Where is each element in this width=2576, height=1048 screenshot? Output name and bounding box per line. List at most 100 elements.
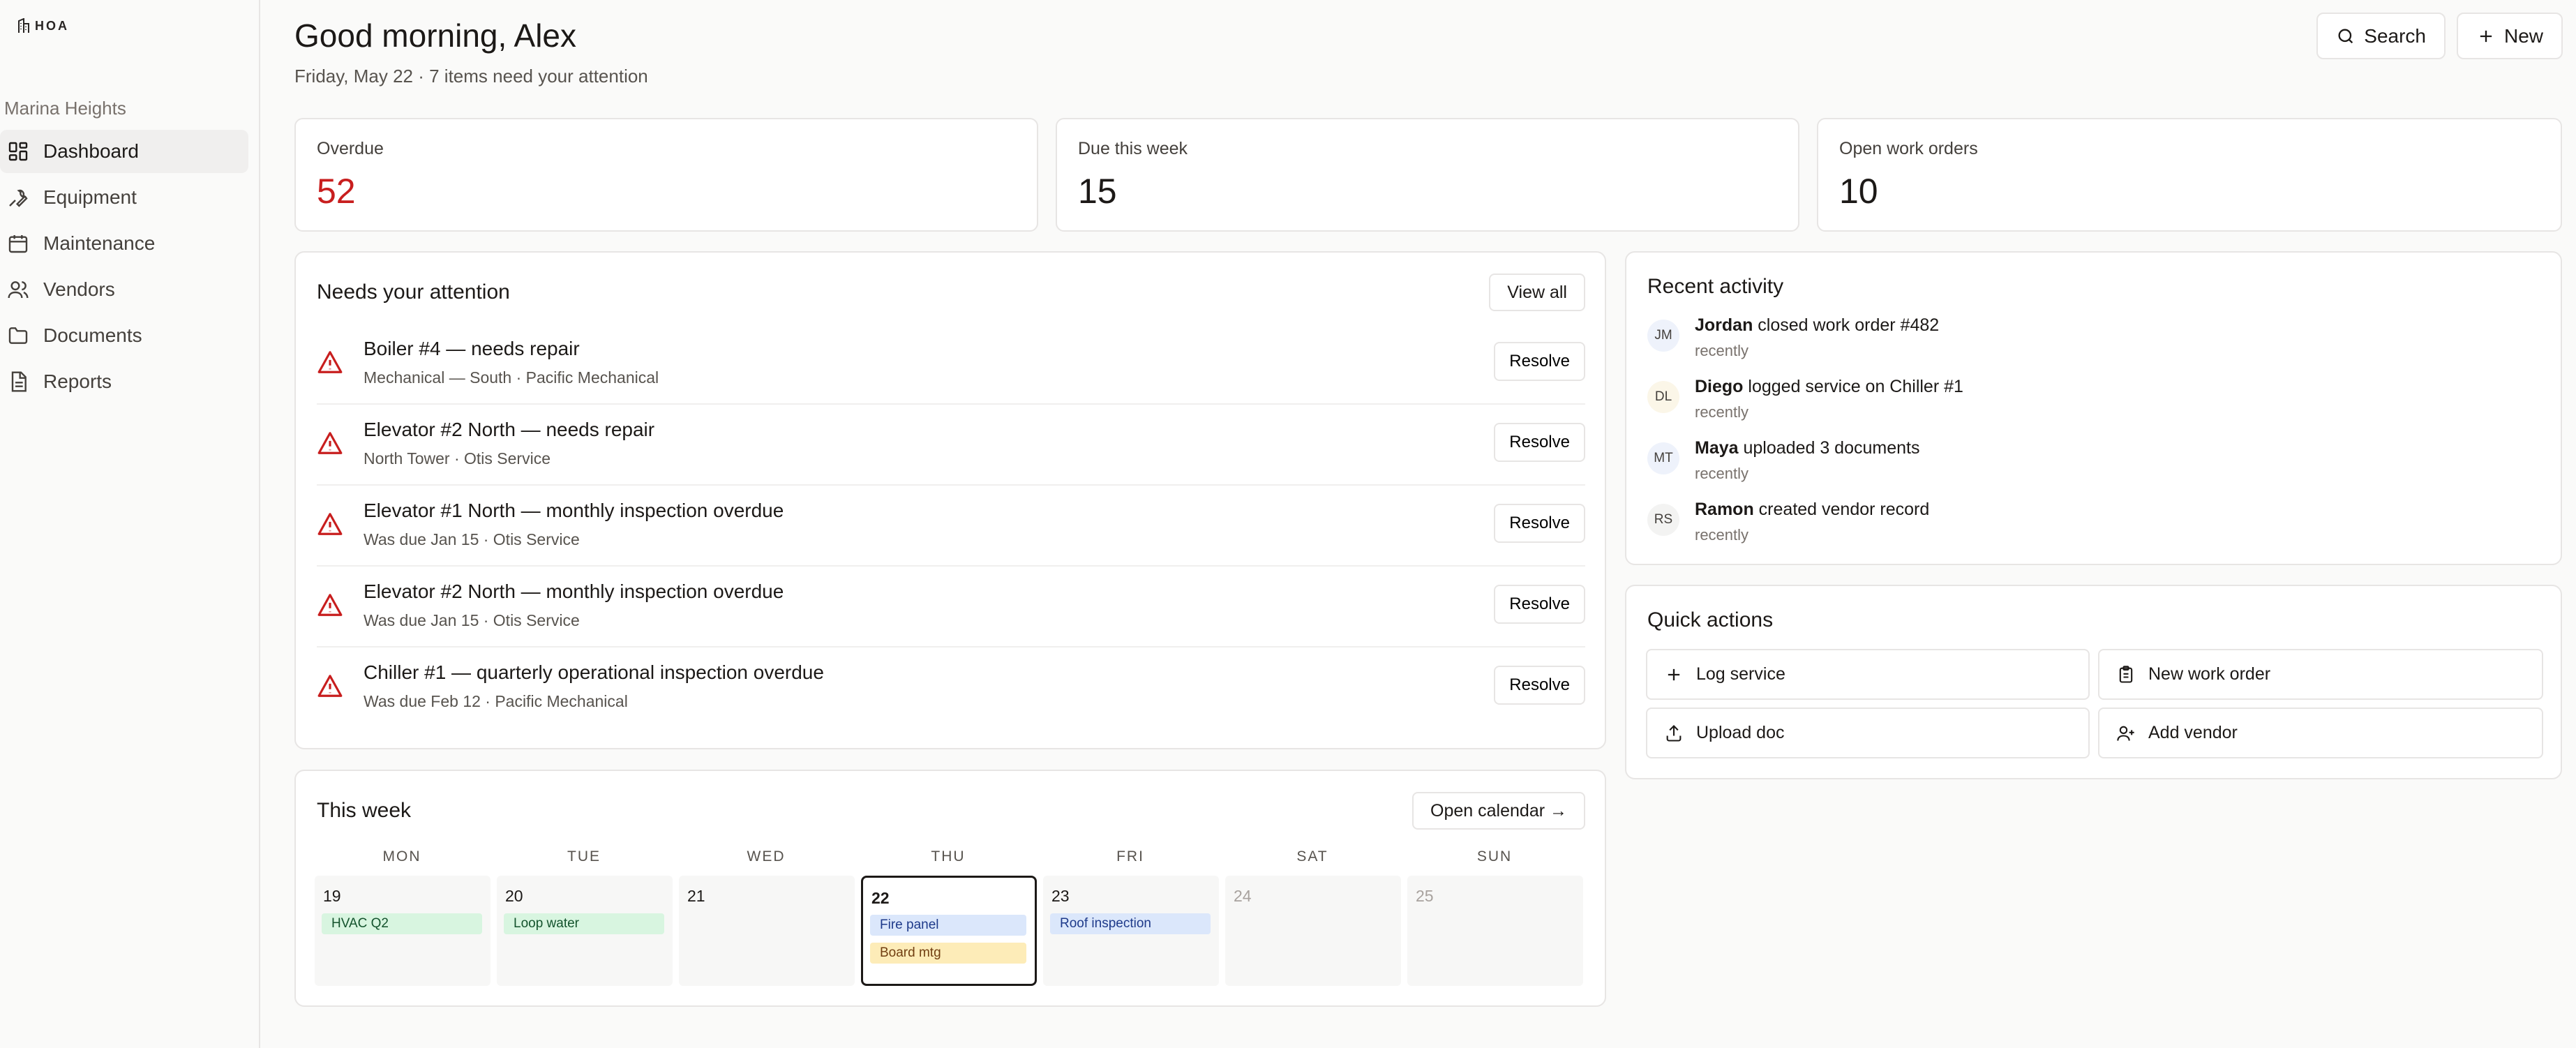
new-button[interactable]: New — [2456, 13, 2563, 59]
stat-card-due-this-week[interactable]: Due this week 15 — [1056, 118, 1799, 232]
resolve-button[interactable]: Resolve — [1494, 423, 1585, 462]
upload-icon — [1666, 724, 1682, 742]
attention-item-title: Elevator #1 North — monthly inspection o… — [364, 500, 784, 521]
sidebar-item-maintenance[interactable]: Maintenance — [0, 222, 248, 265]
day-header: TUE — [567, 848, 601, 864]
avatar: RS — [1647, 504, 1679, 536]
attention-item-title: Elevator #2 North — monthly inspection o… — [364, 581, 784, 602]
attention-item-title: Elevator #2 North — needs repair — [364, 419, 655, 440]
attention-item-subtitle: North Tower · Otis Service — [364, 449, 551, 467]
search-icon — [2338, 29, 2353, 43]
warning-icon — [317, 432, 343, 454]
new-work-order-button[interactable]: New work order — [2098, 649, 2543, 700]
main-content: Good morning, Alex Friday, May 22 · 7 it… — [260, 0, 2576, 1048]
day-header: FRI — [1116, 848, 1144, 864]
search-button[interactable]: Search — [2316, 13, 2446, 59]
view-all-button[interactable]: View all — [1489, 274, 1585, 311]
sidebar-item-label: Vendors — [43, 278, 115, 300]
attention-title: Needs your attention — [317, 280, 510, 304]
warning-icon — [317, 351, 343, 373]
activity-time: recently — [1695, 342, 1749, 359]
log-service-button[interactable]: Log service — [1646, 649, 2090, 700]
day-cell[interactable]: 23 Roof inspection — [1043, 876, 1219, 986]
day-number: 24 — [1234, 887, 1252, 905]
calendar-event[interactable]: Fire panel — [870, 915, 1026, 936]
avatar: JM — [1647, 320, 1679, 352]
day-header: SAT — [1296, 848, 1328, 864]
activity-text: Diego logged service on Chiller #1 — [1695, 377, 1963, 396]
attention-card: Needs your attention View all Boiler #4 … — [294, 251, 1606, 749]
sidebar-item-equipment[interactable]: Equipment — [0, 176, 248, 219]
stat-value: 15 — [1078, 172, 1117, 211]
sidebar-item-vendors[interactable]: Vendors — [0, 268, 248, 311]
quick-actions-card: Quick actions Log service New work order… — [1625, 585, 2562, 779]
day-number: 20 — [505, 887, 523, 905]
grid-icon — [8, 142, 28, 161]
add-vendor-button[interactable]: Add vendor — [2098, 708, 2543, 758]
quick-action-label: Upload doc — [1696, 723, 1785, 742]
sidebar-item-label: Dashboard — [43, 140, 139, 162]
resolve-button[interactable]: Resolve — [1494, 342, 1585, 381]
day-cell[interactable]: 24 — [1225, 876, 1401, 986]
warning-icon — [317, 675, 343, 697]
warning-icon — [317, 513, 343, 535]
day-cell-today[interactable]: 22 Fire panel Board mtg — [861, 876, 1037, 986]
sidebar-item-label: Equipment — [43, 186, 137, 208]
attention-item-title: Boiler #4 — needs repair — [364, 338, 580, 359]
activity-time: recently — [1695, 465, 1749, 482]
wrench-icon — [9, 189, 28, 207]
attention-item[interactable]: Boiler #4 — needs repair Mechanical — So… — [317, 324, 1585, 405]
day-cell[interactable]: 21 — [679, 876, 855, 986]
quick-action-label: New work order — [2148, 664, 2271, 684]
sidebar-item-documents[interactable]: Documents — [0, 314, 248, 357]
sidebar-nav: Dashboard Equipment Maintenance Vendors … — [0, 130, 248, 406]
clipboard-icon — [2119, 665, 2133, 683]
file-text-icon — [11, 371, 27, 392]
avatar: DL — [1647, 381, 1679, 413]
quick-actions-title: Quick actions — [1647, 608, 1774, 631]
day-number: 22 — [871, 889, 890, 907]
sidebar-item-label: Reports — [43, 370, 112, 392]
stat-label: Open work orders — [1839, 139, 1978, 158]
sidebar-item-dashboard[interactable]: Dashboard — [0, 130, 248, 173]
activity-text: Jordan closed work order #482 — [1695, 315, 1940, 335]
stat-card-open-work-orders[interactable]: Open work orders 10 — [1817, 118, 2562, 232]
attention-item[interactable]: Chiller #1 — quarterly operational inspe… — [317, 647, 1585, 728]
week-title: This week — [317, 799, 412, 822]
upload-doc-button[interactable]: Upload doc — [1646, 708, 2090, 758]
attention-item-subtitle: Was due Jan 15 · Otis Service — [364, 611, 580, 629]
attention-item-subtitle: Mechanical — South · Pacific Mechanical — [364, 368, 659, 387]
attention-item[interactable]: Elevator #2 North — needs repair North T… — [317, 405, 1585, 486]
users-icon — [8, 281, 29, 299]
sidebar-item-label: Documents — [43, 324, 142, 346]
day-number: 21 — [687, 887, 705, 905]
logo[interactable]: HOA — [17, 18, 69, 33]
quick-action-label: Add vendor — [2148, 723, 2238, 742]
open-calendar-button[interactable]: Open calendar → — [1412, 792, 1585, 830]
attention-item[interactable]: Elevator #1 North — monthly inspection o… — [317, 486, 1585, 567]
activity-time: recently — [1695, 403, 1749, 421]
warning-icon — [317, 594, 343, 616]
day-header: THU — [931, 848, 966, 864]
attention-item[interactable]: Elevator #2 North — monthly inspection o… — [317, 567, 1585, 647]
stat-card-overdue[interactable]: Overdue 52 — [294, 118, 1038, 232]
resolve-button[interactable]: Resolve — [1494, 666, 1585, 705]
page-subtitle: Friday, May 22 · 7 items need your atten… — [294, 66, 648, 87]
calendar-event[interactable]: Loop water — [504, 913, 664, 934]
sidebar-item-reports[interactable]: Reports — [0, 360, 248, 403]
stat-label: Due this week — [1078, 139, 1188, 158]
day-number: 23 — [1051, 887, 1070, 905]
day-cell[interactable]: 19 HVAC Q2 — [315, 876, 491, 986]
folder-icon — [8, 327, 28, 344]
day-cell[interactable]: 25 — [1407, 876, 1583, 986]
calendar-event[interactable]: Roof inspection — [1050, 913, 1211, 934]
calendar-event[interactable]: HVAC Q2 — [322, 913, 482, 934]
calendar-event[interactable]: Board mtg — [870, 943, 1026, 964]
day-cell[interactable]: 20 Loop water — [497, 876, 673, 986]
resolve-button[interactable]: Resolve — [1494, 585, 1585, 624]
stat-label: Overdue — [317, 139, 384, 158]
resolve-button[interactable]: Resolve — [1494, 504, 1585, 543]
day-header: SUN — [1476, 848, 1513, 864]
quick-action-label: Log service — [1696, 664, 1785, 684]
sidebar: HOA Marina Heights Dashboard Equipment M… — [0, 0, 260, 1048]
